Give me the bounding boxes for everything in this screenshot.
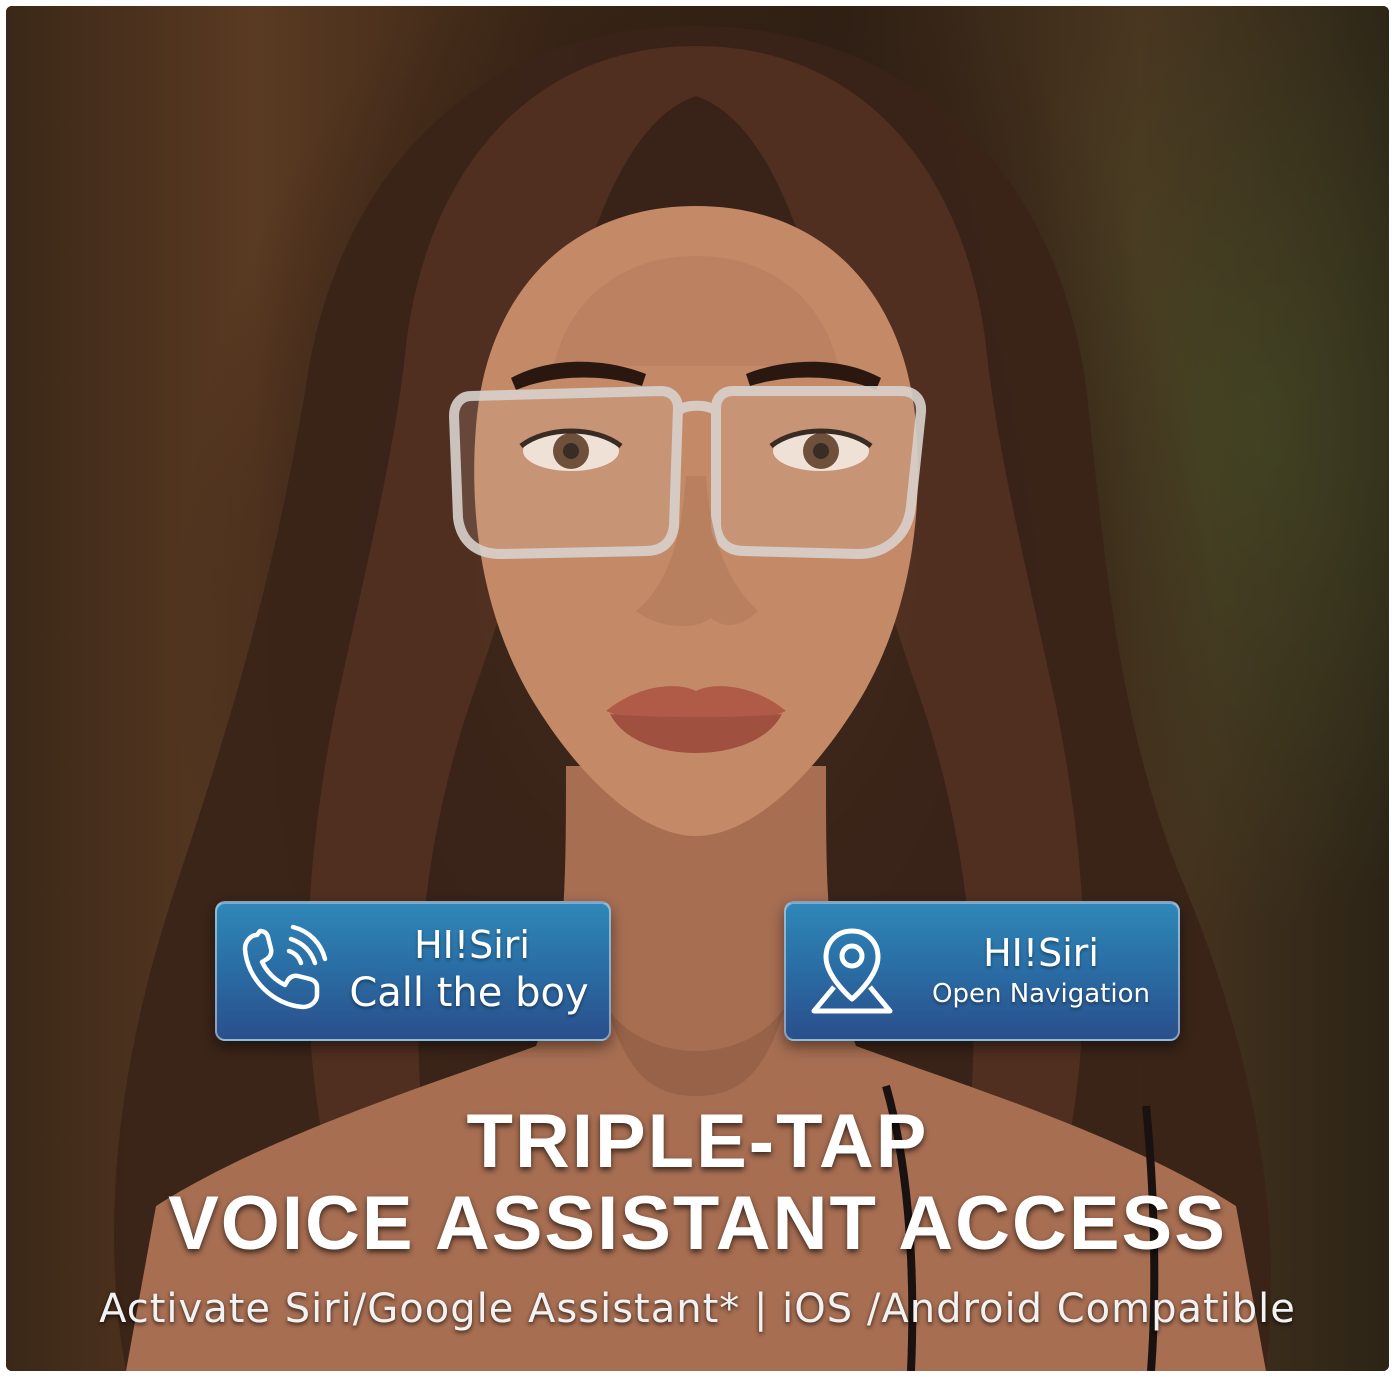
phone-call-icon [242, 924, 328, 1010]
callout-command: Call the boy [349, 970, 589, 1016]
compatibility-subline: Activate Siri/Google Assistant* | iOS /A… [99, 1286, 1296, 1332]
call-command-callout: HI!Siri Call the boy [215, 901, 611, 1041]
callout-command: Open Navigation [932, 979, 1150, 1009]
product-image: HI!Siri Call the boy HI!Siri Open Naviga… [6, 6, 1389, 1371]
navigation-command-callout: HI!Siri Open Navigation [784, 901, 1180, 1041]
headline-line-1: TRIPLE-TAP [466, 1099, 929, 1184]
callout-wake-phrase: HI!Siri [414, 923, 530, 967]
callout-wake-phrase: HI!Siri [983, 931, 1099, 975]
map-pin-icon [811, 928, 893, 1014]
headline-line-2: VOICE ASSISTANT ACCESS [168, 1181, 1227, 1266]
